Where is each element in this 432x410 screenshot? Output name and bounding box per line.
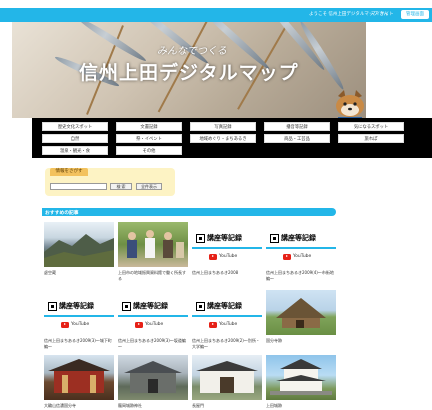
article-caption[interactable]: 長屋門 [192, 403, 262, 409]
dog-mascot-icon [336, 90, 364, 118]
youtube-thumbnail[interactable]: 講座等記録 YouTube [118, 290, 188, 335]
lecture-logo: 講座等記録 [122, 302, 184, 311]
article-thumbnail[interactable] [44, 355, 114, 400]
youtube-icon [209, 322, 217, 328]
gate-image [196, 361, 258, 393]
article-caption[interactable]: 国分寺跡 [266, 338, 336, 344]
lecture-logo: 講座等記録 [270, 234, 332, 243]
shrine-image [124, 361, 182, 393]
article-caption[interactable]: 大輪山信濃国分寺 [44, 403, 114, 409]
nav-nature[interactable]: 自然 [42, 134, 108, 143]
hero-title: 信州上田デジタルマップ [79, 62, 299, 84]
article-thumbnail[interactable] [266, 290, 336, 335]
article-caption[interactable]: 信州上田まちあるき2008 [192, 270, 262, 276]
search-tab-label: 情報をさがす [50, 168, 88, 176]
youtube-icon [135, 322, 143, 328]
article-caption[interactable]: 龍岡城跡神社 [118, 403, 188, 409]
youtube-icon [61, 322, 69, 328]
thatched-house-image [276, 298, 326, 328]
article-caption[interactable]: 虚空蔵 [44, 270, 114, 276]
article-caption[interactable]: 信州上田まちあるき2009(3)～城下町編～ [44, 338, 114, 350]
nav-broadcast[interactable]: 播音等記録 [264, 122, 330, 131]
nav-other[interactable]: その他 [116, 146, 182, 155]
nav-onsen[interactable]: 温泉・観光・食 [42, 146, 108, 155]
article-caption[interactable]: 上田市の地域振興資料館で働く所長する [118, 270, 188, 282]
nav-interesting-spots[interactable]: 気になるスポット [338, 122, 404, 131]
article-thumbnail[interactable] [118, 222, 188, 267]
article-caption[interactable]: 信州上田まちあるき2009(3)～坂道編～ [118, 338, 188, 350]
nav-photos[interactable]: 写真記録 [190, 122, 256, 131]
youtube-thumbnail[interactable]: 講座等記録 YouTube [192, 290, 262, 335]
page: ようこそ 信州上田デジタルマップ さん マイサイト 管理画面 みんなでつくる 信… [0, 0, 432, 410]
youtube-icon [209, 254, 217, 260]
category-nav: 歴史文化スポット 文書記録 写真記録 播音等記録 気になるスポット 自然 祭・イ… [32, 118, 432, 158]
nav-travel-report[interactable]: 旅れぽ [338, 134, 404, 143]
youtube-icon [283, 254, 291, 260]
article-caption[interactable]: 信州上田まちあるき2009(2)～別所・大学編～ [192, 338, 262, 350]
article-thumbnail[interactable] [118, 355, 188, 400]
recommended-header: おすすめの記事 [42, 208, 336, 216]
article-thumbnail[interactable] [192, 355, 262, 400]
nav-products[interactable]: 商品・工芸品 [264, 134, 330, 143]
section-title: おすすめの記事 [45, 211, 79, 216]
youtube-thumbnail[interactable]: 講座等記録 YouTube [266, 222, 336, 267]
nav-walk[interactable]: 地域めぐり・まちあるき [190, 134, 256, 143]
nav-festival[interactable]: 祭・イベント [116, 134, 182, 143]
fish-shape [297, 22, 347, 92]
top-bar: ようこそ 信州上田デジタルマップ さん マイサイト 管理画面 [0, 8, 432, 22]
nav-history[interactable]: 歴史文化スポット [42, 122, 108, 131]
lecture-logo: 講座等記録 [48, 302, 110, 311]
people-image [127, 230, 184, 258]
search-button[interactable]: 検 索 [110, 183, 132, 190]
castle-image [270, 359, 332, 395]
hero-banner: みんなでつくる 信州上田デジタルマップ [12, 22, 366, 118]
youtube-thumbnail[interactable]: 講座等記録 YouTube [44, 290, 114, 335]
article-thumbnail[interactable] [44, 222, 114, 267]
lecture-logo: 講座等記録 [196, 302, 258, 311]
mysite-link[interactable]: マイサイト [371, 11, 394, 17]
mountain-image [44, 234, 114, 267]
youtube-thumbnail[interactable]: 講座等記録 YouTube [192, 222, 262, 267]
admin-button[interactable]: 管理画面 [401, 10, 429, 19]
article-caption[interactable]: 上田城跡 [266, 403, 336, 409]
article-caption[interactable]: 信州上田まちあるき2009(4)～市街地編～ [266, 270, 336, 282]
nav-documents[interactable]: 文書記録 [116, 122, 182, 131]
show-all-button[interactable]: 全件表示 [136, 183, 162, 190]
search-input[interactable] [50, 183, 107, 190]
temple-image [48, 359, 110, 393]
lecture-logo: 講座等記録 [196, 234, 258, 243]
hero-subtitle: みんなでつくる [157, 46, 227, 57]
article-thumbnail[interactable] [266, 355, 336, 400]
